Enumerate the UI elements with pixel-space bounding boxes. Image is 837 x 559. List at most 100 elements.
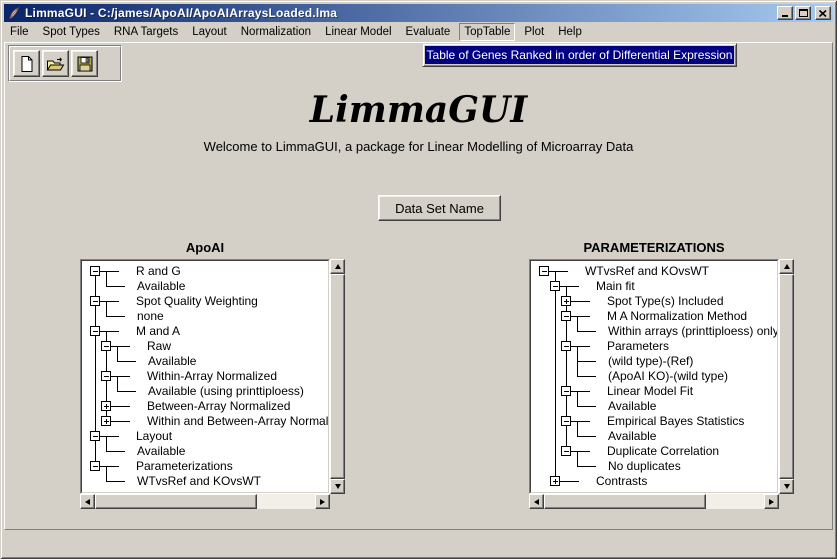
tree-node-label[interactable]: Contrasts (596, 474, 647, 488)
save-file-button[interactable] (71, 50, 98, 77)
menu-item-linear-model[interactable]: Linear Model (320, 23, 396, 41)
window-title: LimmaGUI - C:/james/ApoAI/ApoAIArraysLoa… (25, 6, 777, 20)
toolbar (8, 45, 122, 82)
down-arrow-icon (784, 484, 790, 489)
tree-node-label[interactable]: Parameters (607, 339, 669, 353)
parameterizations-tree[interactable]: WTvsRef and KOvsWTMain fitSpot Type(s) I… (531, 261, 777, 492)
title-bar[interactable]: LimmaGUI - C:/james/ApoAI/ApoAIArraysLoa… (4, 4, 833, 22)
new-document-icon (18, 55, 36, 73)
menu-item-plot[interactable]: Plot (519, 23, 549, 41)
tree-node-label[interactable]: Available (148, 354, 197, 368)
scrollbar-trough[interactable] (706, 494, 764, 509)
tree-node-label[interactable]: (wild type)-(Ref) (608, 354, 693, 368)
dataset-tree-widget: R and GAvailableSpot Quality Weightingno… (80, 259, 345, 509)
dataset-tree-canvas[interactable]: R and GAvailableSpot Quality Weightingno… (81, 260, 329, 493)
menu-item-normalization[interactable]: Normalization (236, 23, 316, 41)
menu-item-rna-targets[interactable]: RNA Targets (109, 23, 183, 41)
data-set-name-button[interactable]: Data Set Name (378, 195, 501, 221)
tree-node-label[interactable]: No duplicates (608, 459, 681, 473)
menu-item-evaluate[interactable]: Evaluate (401, 23, 456, 41)
minimize-icon (782, 15, 788, 17)
page-title: LimmaGUI (5, 89, 832, 131)
new-file-button[interactable] (13, 50, 40, 77)
right-tree-heading: PARAMETERIZATIONS (529, 240, 779, 255)
tree-node-label[interactable]: Available (608, 429, 657, 443)
tree-node-label[interactable]: Spot Quality Weighting (136, 294, 258, 308)
tree-node-label[interactable]: Available (608, 399, 657, 413)
menu-item-table-of-genes[interactable]: Table of Genes Ranked in order of Differ… (425, 46, 734, 64)
parameterizations-tree-canvas[interactable]: WTvsRef and KOvsWTMain fitSpot Type(s) I… (530, 260, 778, 493)
tree-node-label[interactable]: Main fit (596, 279, 635, 293)
tree-node-label[interactable]: Within-Array Normalized (147, 369, 277, 383)
scroll-up-button[interactable] (330, 259, 345, 274)
maximize-icon (799, 9, 808, 17)
menu-item-file[interactable]: File (5, 23, 34, 41)
dataset-tree[interactable]: R and GAvailableSpot Quality Weightingno… (82, 261, 328, 492)
open-file-button[interactable] (42, 50, 69, 77)
menu-item-help[interactable]: Help (553, 23, 587, 41)
main-frame: LimmaGUI Welcome to LimmaGUI, a package … (4, 42, 833, 530)
vertical-scrollbar[interactable] (330, 259, 345, 494)
tree-node-label[interactable]: M and A (136, 324, 180, 338)
vertical-scrollbar[interactable] (779, 259, 794, 494)
tree-node-label[interactable]: WTvsRef and KOvsWT (137, 474, 262, 488)
scroll-left-button[interactable] (80, 494, 95, 509)
tree-node-label[interactable]: Duplicate Correlation (607, 444, 719, 458)
right-arrow-icon (320, 499, 325, 505)
parameterizations-tree-widget: WTvsRef and KOvsWTMain fitSpot Type(s) I… (529, 259, 794, 509)
tree-node-label[interactable]: WTvsRef and KOvsWT (585, 264, 710, 278)
open-folder-icon (46, 55, 65, 73)
left-arrow-icon (534, 499, 539, 505)
tree-node-label[interactable]: Layout (136, 429, 173, 443)
menu-item-layout[interactable]: Layout (187, 23, 232, 41)
horizontal-scrollbar[interactable] (529, 494, 779, 509)
vertical-scrollbar-thumb[interactable] (779, 274, 794, 479)
tree-node-label[interactable]: Parameterizations (136, 459, 233, 473)
tree-canvas-border: R and GAvailableSpot Quality Weightingno… (80, 259, 330, 494)
tree-node-label[interactable]: Within and Between-Array Normalized (147, 414, 328, 428)
scroll-up-button[interactable] (779, 259, 794, 274)
feather-icon (7, 6, 21, 20)
tree-node-label[interactable]: Raw (147, 339, 171, 353)
menu-item-toptable[interactable]: TopTable (459, 23, 515, 41)
horizontal-scrollbar-thumb[interactable] (95, 494, 257, 509)
minimize-button[interactable] (777, 6, 793, 20)
tree-node-label[interactable]: Linear Model Fit (607, 384, 694, 398)
maximize-button[interactable] (795, 6, 811, 20)
menu-bar: FileSpot TypesRNA TargetsLayoutNormaliza… (5, 22, 832, 41)
save-floppy-icon (76, 55, 94, 73)
scroll-down-button[interactable] (330, 479, 345, 494)
right-arrow-icon (769, 499, 774, 505)
tree-node-label[interactable]: M A Normalization Method (607, 309, 747, 323)
tree-node-label[interactable]: Available (using printtiploess) (148, 384, 304, 398)
tree-node-label[interactable]: R and G (136, 264, 181, 278)
close-button[interactable] (815, 6, 831, 20)
scroll-right-button[interactable] (764, 494, 779, 509)
scroll-left-button[interactable] (529, 494, 544, 509)
tree-canvas-border: WTvsRef and KOvsWTMain fitSpot Type(s) I… (529, 259, 779, 494)
scroll-right-button[interactable] (315, 494, 330, 509)
page-subtitle: Welcome to LimmaGUI, a package for Linea… (5, 139, 832, 154)
toolbar-inner (9, 46, 121, 81)
menu-item-spot-types[interactable]: Spot Types (38, 23, 105, 41)
scrollbar-trough[interactable] (257, 494, 315, 509)
tree-node-label[interactable]: none (137, 309, 164, 323)
horizontal-scrollbar-thumb[interactable] (544, 494, 706, 509)
scroll-down-button[interactable] (779, 479, 794, 494)
tree-node-label[interactable]: Spot Type(s) Included (607, 294, 724, 308)
tree-node-label[interactable]: Available (137, 279, 186, 293)
limmagui-window: LimmaGUI - C:/james/ApoAI/ApoAIArraysLoa… (0, 0, 837, 559)
down-arrow-icon (335, 484, 341, 489)
tree-node-label[interactable]: Available (137, 444, 186, 458)
up-arrow-icon (784, 264, 790, 269)
tree-node-label[interactable]: Between-Array Normalized (147, 399, 290, 413)
toptable-dropdown-menu: Table of Genes Ranked in order of Differ… (422, 43, 737, 67)
tree-node-label[interactable]: Within arrays (printtiploess) only (608, 324, 777, 338)
horizontal-scrollbar[interactable] (80, 494, 330, 509)
left-arrow-icon (85, 499, 90, 505)
tree-node-label[interactable]: (ApoAI KO)-(wild type) (608, 369, 728, 383)
left-tree-heading: ApoAI (80, 240, 330, 255)
vertical-scrollbar-thumb[interactable] (330, 274, 345, 479)
tree-node-label[interactable]: Empirical Bayes Statistics (607, 414, 744, 428)
close-icon (819, 10, 827, 17)
